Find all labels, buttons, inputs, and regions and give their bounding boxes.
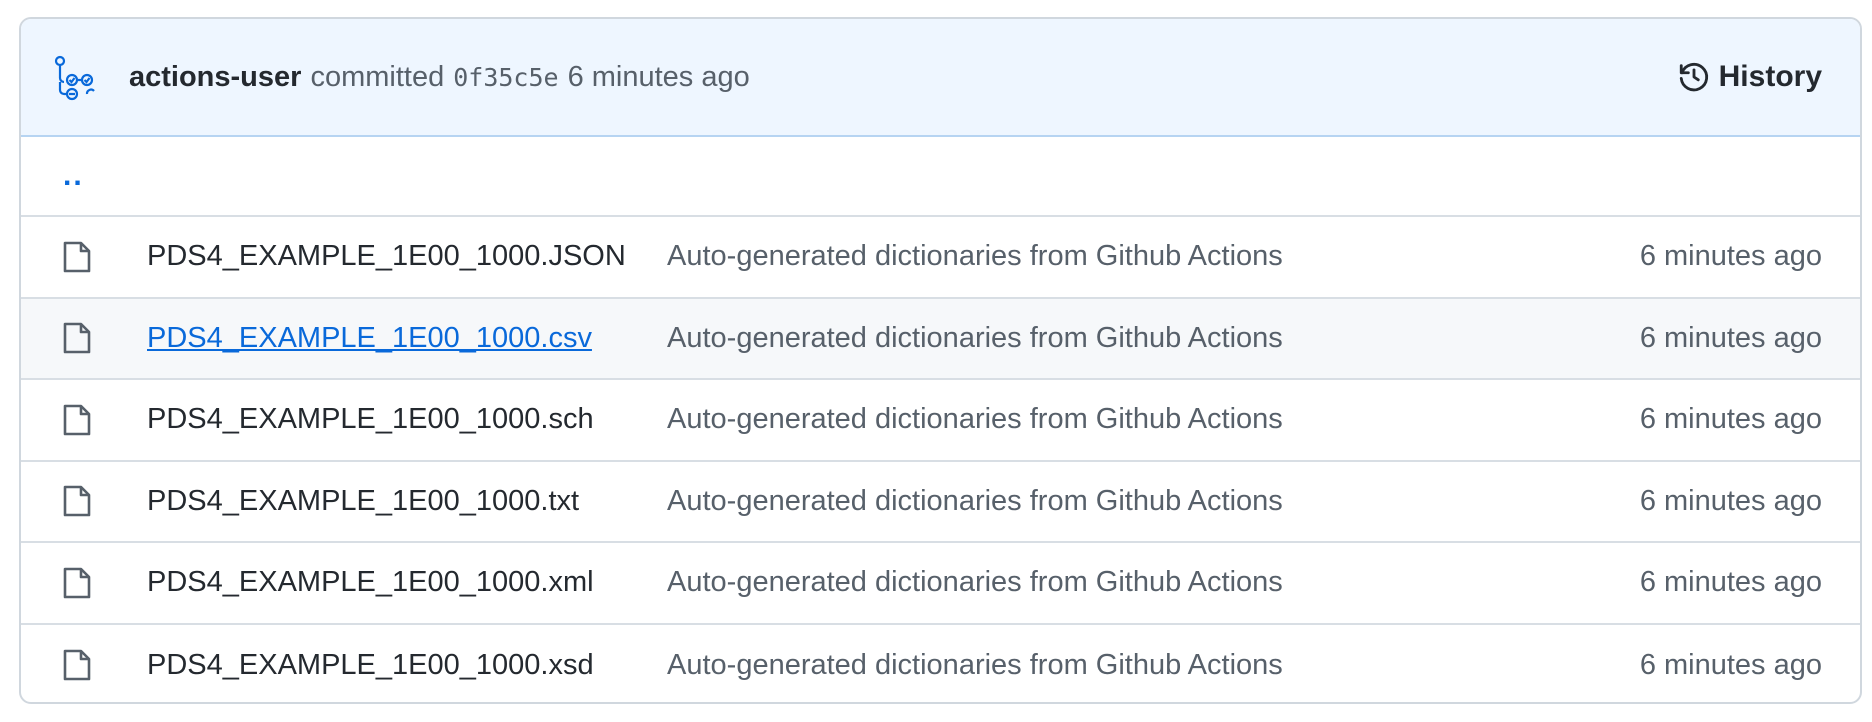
file-browser: actions-user committed 0f35c5e 6 minutes… <box>19 17 1862 704</box>
commit-age: 6 minutes ago <box>1639 566 1822 599</box>
commit-author[interactable]: actions-user <box>129 61 301 94</box>
file-icon <box>63 484 99 518</box>
file-icon <box>63 321 99 355</box>
parent-directory-row[interactable]: .. <box>21 137 1860 217</box>
file-row[interactable]: PDS4_EXAMPLE_1E00_1000.csv Auto-generate… <box>21 298 1860 380</box>
file-row[interactable]: PDS4_EXAMPLE_1E00_1000.txt Auto-generate… <box>21 462 1860 543</box>
file-row[interactable]: PDS4_EXAMPLE_1E00_1000.xml Auto-generate… <box>21 543 1860 625</box>
file-list: PDS4_EXAMPLE_1E00_1000.JSON Auto-generat… <box>21 217 1860 703</box>
commit-message[interactable]: Auto-generated dictionaries from Github … <box>667 322 1640 355</box>
file-icon <box>63 566 99 600</box>
file-name[interactable]: PDS4_EXAMPLE_1E00_1000.sch <box>147 403 667 436</box>
commit-time: 6 minutes ago <box>567 60 750 93</box>
commit-age: 6 minutes ago <box>1639 321 1822 354</box>
history-label: History <box>1718 60 1822 93</box>
commit-message[interactable]: Auto-generated dictionaries from Github … <box>667 649 1640 682</box>
file-icon <box>63 240 99 274</box>
file-row[interactable]: PDS4_EXAMPLE_1E00_1000.sch Auto-generate… <box>21 380 1860 462</box>
file-icon <box>63 648 99 682</box>
commit-verb: committed <box>310 60 445 93</box>
file-name[interactable]: PDS4_EXAMPLE_1E00_1000.xsd <box>147 649 667 682</box>
commit-message[interactable]: Auto-generated dictionaries from Github … <box>667 403 1640 436</box>
file-icon <box>63 403 99 437</box>
commit-message[interactable]: Auto-generated dictionaries from Github … <box>667 485 1640 518</box>
commit-message[interactable]: Auto-generated dictionaries from Github … <box>667 240 1640 273</box>
file-name[interactable]: PDS4_EXAMPLE_1E00_1000.csv <box>147 322 667 355</box>
commit-age: 6 minutes ago <box>1639 240 1822 273</box>
file-row[interactable]: PDS4_EXAMPLE_1E00_1000.xsd Auto-generate… <box>21 625 1860 703</box>
history-clock-icon <box>1679 62 1708 92</box>
commit-age: 6 minutes ago <box>1639 648 1822 681</box>
latest-commit-header: actions-user committed 0f35c5e 6 minutes… <box>21 19 1860 137</box>
file-name[interactable]: PDS4_EXAMPLE_1E00_1000.JSON <box>147 240 667 273</box>
commit-age: 6 minutes ago <box>1639 484 1822 517</box>
parent-directory-link[interactable]: .. <box>63 161 84 191</box>
github-actions-avatar-icon[interactable] <box>49 50 103 104</box>
file-name[interactable]: PDS4_EXAMPLE_1E00_1000.txt <box>147 485 667 518</box>
commit-summary: actions-user committed 0f35c5e 6 minutes… <box>129 61 1677 94</box>
history-button[interactable]: History <box>1677 60 1822 94</box>
commit-age: 6 minutes ago <box>1639 403 1822 436</box>
commit-sha[interactable]: 0f35c5e <box>453 63 558 92</box>
commit-message[interactable]: Auto-generated dictionaries from Github … <box>667 566 1640 599</box>
file-row[interactable]: PDS4_EXAMPLE_1E00_1000.JSON Auto-generat… <box>21 217 1860 299</box>
file-name[interactable]: PDS4_EXAMPLE_1E00_1000.xml <box>147 566 667 599</box>
